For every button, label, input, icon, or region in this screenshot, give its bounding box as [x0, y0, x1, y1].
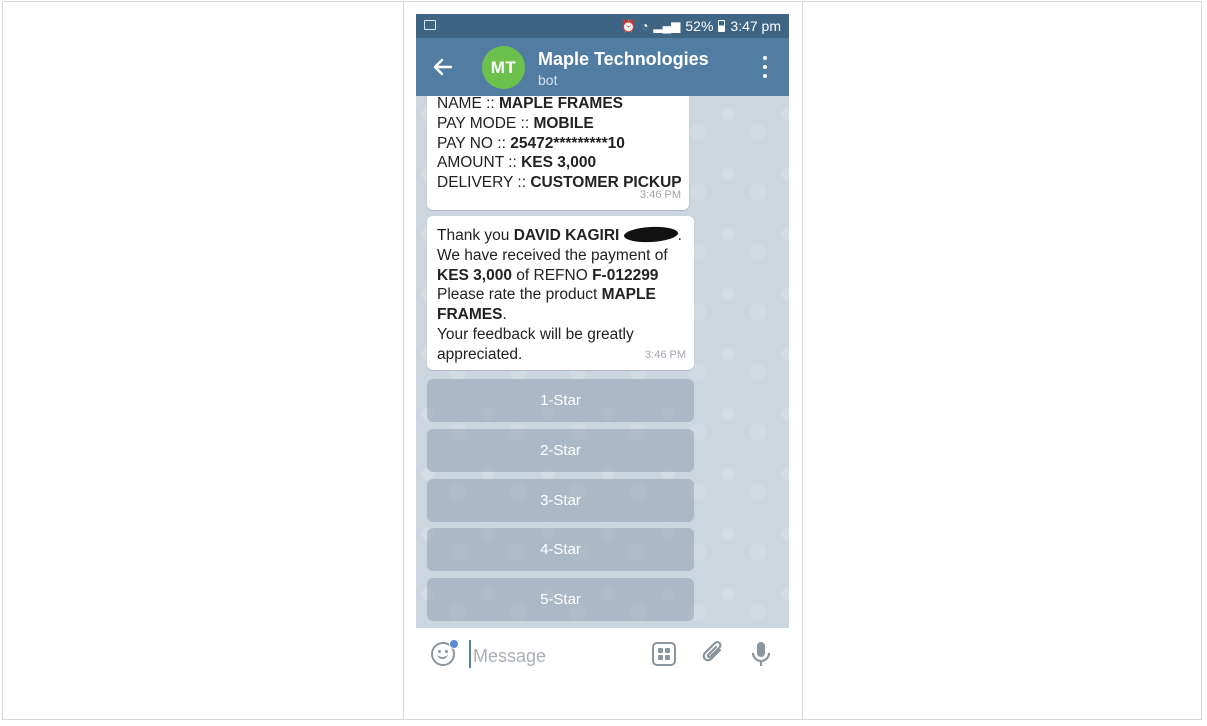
battery-percent: 52%: [685, 18, 714, 34]
signal-icon: ▂▄▆: [653, 19, 681, 33]
mic-icon[interactable]: [750, 640, 772, 668]
message-line: FRAMES.: [437, 306, 507, 324]
message-line: Thank you DAVID KAGIRI .: [437, 225, 682, 244]
attach-icon[interactable]: [701, 640, 727, 668]
frame-cell-right: [802, 1, 1202, 720]
message-line: NAME :: MAPLE FRAMES: [437, 96, 624, 112]
rating-button-1-star[interactable]: 1-Star: [427, 379, 694, 422]
alarm-icon: ⏰: [621, 19, 637, 33]
phone-screen: ⏰ ◔ ▂▄▆ 52% 3:47 pm MT Maple Technologie…: [416, 14, 789, 694]
rating-button-3-star[interactable]: 3-Star: [427, 479, 694, 522]
frame-cell-left: [2, 1, 404, 720]
message-bubble-order: NAME :: MAPLE FRAMES PAY MODE :: MOBILE …: [427, 96, 689, 210]
message-line: Your feedback will be greatly: [437, 325, 634, 343]
bot-commands-icon[interactable]: [652, 642, 676, 666]
message-line: PAY NO :: 25472*********10: [437, 134, 625, 152]
message-line: PAY MODE :: MOBILE: [437, 114, 594, 132]
message-line: We have received the payment of: [437, 246, 668, 264]
message-time: 3:46 PM: [645, 349, 686, 362]
message-input[interactable]: [473, 643, 643, 669]
emoji-badge: [449, 639, 459, 649]
redaction-mark: [623, 225, 678, 244]
message-line: Please rate the product MAPLE: [437, 286, 656, 304]
gallery-icon: [424, 20, 436, 30]
chat-title[interactable]: Maple Technologies: [538, 49, 709, 70]
chat-subtitle: bot: [538, 72, 558, 88]
text-cursor: [469, 640, 471, 668]
status-bar: ⏰ ◔ ▂▄▆ 52% 3:47 pm: [416, 14, 789, 38]
message-time: 3:46 PM: [640, 189, 681, 202]
chat-area[interactable]: NAME :: MAPLE FRAMES PAY MODE :: MOBILE …: [416, 96, 789, 628]
rating-button-5-star[interactable]: 5-Star: [427, 578, 694, 621]
battery-icon: [718, 20, 726, 32]
status-time: 3:47 pm: [730, 18, 781, 34]
message-line: KES 3,000 of REFNO F-012299: [437, 266, 659, 284]
wifi-icon: ◔: [641, 19, 649, 33]
rating-button-2-star[interactable]: 2-Star: [427, 429, 694, 472]
more-vert-icon[interactable]: [755, 56, 775, 78]
message-bubble-thanks: Thank you DAVID KAGIRI . We have receive…: [427, 216, 694, 370]
status-icons: ⏰ ◔ ▂▄▆ 52% 3:47 pm: [621, 18, 781, 34]
rating-button-4-star[interactable]: 4-Star: [427, 528, 694, 571]
message-input-bar: [416, 628, 789, 694]
back-arrow-icon[interactable]: [430, 54, 456, 80]
avatar[interactable]: MT: [482, 46, 525, 89]
message-line: AMOUNT :: KES 3,000: [437, 154, 597, 172]
chat-header: MT Maple Technologies bot: [416, 38, 789, 96]
